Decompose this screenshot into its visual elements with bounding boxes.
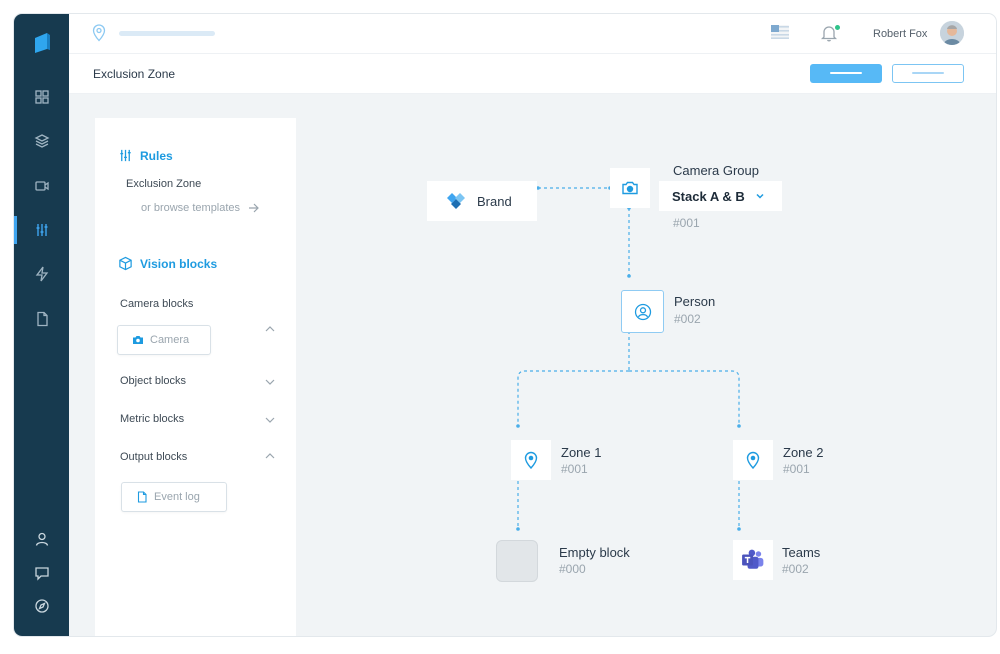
- avatar[interactable]: [940, 21, 964, 45]
- teams-node[interactable]: [733, 540, 773, 580]
- rail-item-documents[interactable]: [14, 305, 69, 333]
- brand-node[interactable]: Brand: [427, 181, 537, 221]
- zone-2-label: Zone 2: [783, 445, 824, 460]
- person-icon: [634, 303, 651, 320]
- document-icon: [36, 311, 48, 327]
- zone-2-id: #001: [783, 462, 810, 476]
- chevron-down-icon[interactable]: [265, 415, 275, 425]
- person-node[interactable]: [621, 290, 664, 333]
- app-window: Robert Fox Exclusion Zone Rules Exclusio…: [14, 14, 996, 636]
- teams-id: #002: [782, 562, 809, 576]
- avatar-image-icon: [940, 21, 964, 45]
- breadcrumb-placeholder: [119, 31, 215, 36]
- empty-block-id: #000: [559, 562, 586, 576]
- secondary-action-placeholder: [912, 72, 944, 74]
- location-pin-icon[interactable]: [91, 24, 107, 42]
- compass-icon: [34, 599, 49, 613]
- teams-label: Teams: [782, 545, 821, 560]
- rail-item-layers[interactable]: [14, 127, 69, 155]
- rules-heading[interactable]: Rules: [118, 148, 173, 163]
- zone-1-id: #001: [561, 462, 588, 476]
- arrow-right-icon: [249, 203, 259, 213]
- sliders-icon: [120, 149, 131, 162]
- event-log-block-label: Event log: [154, 491, 200, 503]
- camera-group-select-value: Stack A & B: [672, 188, 745, 204]
- user-icon: [35, 532, 48, 546]
- chevron-down-icon[interactable]: [265, 377, 275, 387]
- chevron-down-icon: [756, 193, 764, 199]
- zone-2-node[interactable]: [733, 440, 773, 480]
- brand-logo-icon: [447, 193, 465, 209]
- grid-icon: [34, 90, 49, 104]
- zone-1-label: Zone 1: [561, 445, 602, 460]
- person-label: Person: [674, 294, 716, 309]
- empty-block-label: Empty block: [559, 545, 630, 560]
- empty-block-node[interactable]: [496, 540, 538, 582]
- group-camera-blocks[interactable]: Camera blocks: [120, 298, 193, 310]
- camera-icon: [133, 336, 143, 344]
- location-pin-icon: [746, 451, 760, 469]
- page-title: Exclusion Zone: [93, 67, 176, 81]
- rule-item-exclusion-zone[interactable]: Exclusion Zone: [126, 178, 201, 190]
- page-title-bar: Exclusion Zone: [69, 54, 996, 94]
- rail-item-actions[interactable]: [14, 260, 69, 288]
- left-rail: [14, 14, 69, 636]
- sliders-icon: [36, 224, 47, 236]
- primary-action-button[interactable]: [810, 64, 882, 83]
- secondary-action-button[interactable]: [892, 64, 964, 83]
- document-icon: [137, 491, 147, 503]
- camera-group-label: Camera Group: [673, 163, 759, 178]
- camera-block-chip[interactable]: Camera: [117, 325, 211, 355]
- top-header: Robert Fox: [69, 14, 996, 54]
- person-id: #002: [674, 312, 701, 326]
- camera-group-select[interactable]: Stack A & B: [659, 181, 782, 211]
- event-log-block-chip[interactable]: Event log: [121, 482, 227, 512]
- vision-blocks-heading[interactable]: Vision blocks: [118, 256, 217, 271]
- camera-block-label: Camera: [150, 334, 190, 346]
- cube-icon: [119, 256, 132, 271]
- lightning-icon: [35, 266, 48, 282]
- group-output-blocks[interactable]: Output blocks: [120, 451, 187, 463]
- layers-icon: [34, 134, 49, 148]
- zone-1-node[interactable]: [511, 440, 551, 480]
- rail-item-profile[interactable]: [14, 525, 69, 553]
- group-object-blocks[interactable]: Object blocks: [120, 375, 186, 387]
- group-metric-blocks[interactable]: Metric blocks: [120, 413, 184, 425]
- rail-item-dashboard[interactable]: [14, 83, 69, 111]
- video-camera-icon: [34, 181, 49, 191]
- microsoft-teams-icon: [742, 549, 764, 569]
- flow-canvas[interactable]: Brand Camera Group Stack A & B #001 Pers…: [296, 94, 996, 636]
- brand-node-label: Brand: [477, 193, 512, 209]
- camera-group-id: #001: [673, 216, 700, 230]
- rail-item-explore[interactable]: [14, 592, 69, 620]
- rail-item-video[interactable]: [14, 172, 69, 200]
- app-logo-icon[interactable]: [32, 32, 52, 54]
- primary-action-placeholder: [830, 72, 862, 74]
- username[interactable]: Robert Fox: [873, 28, 927, 40]
- rail-item-rules[interactable]: [14, 216, 69, 244]
- chevron-up-icon[interactable]: [265, 324, 275, 334]
- location-pin-icon: [524, 451, 538, 469]
- notification-dot: [835, 25, 840, 30]
- camera-icon: [622, 181, 638, 195]
- browse-templates-link[interactable]: or browse templates: [141, 202, 259, 214]
- vision-blocks-heading-label: Vision blocks: [140, 256, 218, 271]
- camera-group-node[interactable]: [610, 168, 650, 208]
- blocks-panel: Rules Exclusion Zone or browse templates…: [95, 118, 296, 636]
- chat-icon: [34, 567, 49, 581]
- chevron-up-icon[interactable]: [265, 451, 275, 461]
- us-flag-icon[interactable]: [771, 25, 789, 39]
- browse-templates-label: or browse templates: [141, 202, 241, 214]
- rules-heading-label: Rules: [140, 148, 173, 163]
- rail-item-chat[interactable]: [14, 559, 69, 587]
